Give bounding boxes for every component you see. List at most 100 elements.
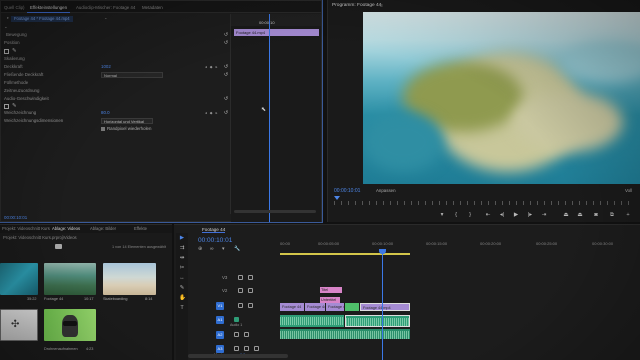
type-tool-icon[interactable]: T — [179, 305, 185, 311]
effect-row-position[interactable]: Position ↺ — [1, 39, 229, 47]
effect-row-audio[interactable]: Zeitneuzuordnung — [1, 87, 229, 95]
track-eye-icon[interactable] — [248, 288, 253, 293]
rectangle-mask-icon[interactable] — [4, 49, 9, 54]
video-clip-selected[interactable]: Footage 44.mp4 — [360, 303, 410, 311]
tab-effects[interactable]: Effekte — [134, 226, 147, 231]
work-area-bar[interactable] — [280, 253, 410, 255]
track-header-a2[interactable]: A2 — [188, 329, 280, 342]
keyframe-nav-icon[interactable]: ◂ ◆ ▸ — [205, 63, 218, 71]
effect-row-mask-tools[interactable]: ✎ — [1, 47, 229, 55]
video-clip[interactable]: Footage 44 — [326, 303, 344, 311]
step-back-icon[interactable]: ◂| — [498, 212, 506, 219]
track-target-a2[interactable]: A2 — [216, 331, 224, 339]
blurriness-value[interactable]: 80.0 — [101, 109, 110, 117]
tab-bin-videos[interactable]: Ablage: Videos — [52, 226, 80, 231]
track-solo-icon[interactable] — [244, 346, 249, 351]
disclosure-icon[interactable]: ⌄ — [4, 23, 8, 31]
effect-controls-playhead[interactable] — [269, 14, 270, 222]
track-lock-icon[interactable] — [238, 288, 243, 293]
effect-row-time-remap[interactable]: Füllmethode — [1, 79, 229, 87]
tab-effect-controls[interactable]: Effekteinstellungen — [27, 3, 71, 13]
audio-clip-selected[interactable] — [345, 315, 410, 327]
wrench-icon[interactable]: 🔧 — [234, 246, 240, 252]
tab-project[interactable]: Projekt: Videoschnitt Kurs — [2, 226, 50, 231]
project-thumbnail-drohnenaufnahmen[interactable] — [44, 309, 96, 341]
hamburger-icon[interactable]: ≡ — [380, 3, 383, 9]
track-solo-icon[interactable] — [244, 332, 249, 337]
timeline-sequence-tab[interactable]: Footage 44 — [202, 227, 226, 233]
audio-clip-a2[interactable] — [280, 329, 410, 339]
mark-out-icon[interactable]: } — [466, 212, 474, 219]
track-lock-icon[interactable] — [238, 275, 243, 280]
fit-select[interactable]: Anpassen — [376, 188, 404, 194]
repeat-edge-checkbox[interactable] — [101, 127, 105, 131]
project-thumbnail-footage-44[interactable] — [44, 263, 96, 295]
effect-controls-scrollbar[interactable] — [234, 210, 316, 213]
effect-controls-timecode[interactable]: 00:00:10:01 — [4, 215, 27, 220]
track-header-v2[interactable]: V2 — [188, 285, 280, 298]
keyframe-nav-icon[interactable]: ◂ ◆ ▸ — [205, 109, 218, 117]
program-time-ruler[interactable] — [334, 201, 634, 205]
track-eye-icon[interactable] — [248, 275, 253, 280]
program-monitor-video[interactable] — [363, 12, 640, 184]
effect-row-opacity[interactable]: Deckkraft 1002 ◂ ◆ ▸ ↺ — [1, 63, 229, 71]
timeline-timecode[interactable]: 00:00:10:01 — [198, 237, 232, 244]
effect-row-motion[interactable]: Bewegung ↺ — [1, 31, 229, 39]
effect-row-blur-dimensions[interactable]: Weichzeichnungsdimensionen Horizontal un… — [1, 117, 229, 125]
track-select-icon[interactable]: ⇉ — [179, 245, 185, 251]
timeline-playhead[interactable] — [382, 249, 383, 360]
effect-row-blurriness[interactable]: Weichzeichnung 80.0 ◂ ◆ ▸ ↺ — [1, 109, 229, 117]
effect-row-scale[interactable]: Skalierung — [1, 55, 229, 63]
program-timecode[interactable]: 00:00:10:01 — [334, 188, 360, 194]
reset-icon[interactable]: ↺ — [223, 110, 229, 116]
add-button-icon[interactable]: + — [624, 212, 632, 219]
play-icon[interactable]: ▶ — [512, 212, 520, 219]
slip-tool-icon[interactable]: ↔ — [179, 275, 185, 281]
export-frame-icon[interactable]: ◙ — [592, 212, 600, 219]
program-monitor-title[interactable]: Programm: Footage 44 — [332, 3, 381, 8]
track-target-a1[interactable]: A1 — [216, 316, 224, 324]
razor-tool-icon[interactable]: ✂ — [179, 265, 185, 271]
track-mute-icon[interactable] — [234, 317, 239, 322]
pen-icon[interactable]: ✎ — [12, 47, 17, 55]
pen-tool-icon[interactable]: ✎ — [179, 285, 185, 291]
track-target-a3[interactable]: A3 — [216, 345, 224, 353]
track-mic-icon[interactable] — [254, 346, 259, 351]
program-playhead[interactable] — [334, 196, 340, 200]
tab-source[interactable]: Quell Clip) — [1, 3, 28, 13]
add-marker-icon[interactable]: ▾ — [222, 246, 225, 252]
title-clip[interactable]: Titel — [320, 287, 342, 293]
folder-icon[interactable] — [55, 244, 62, 249]
ripple-edit-icon[interactable]: ⇹ — [179, 255, 185, 261]
opacity-value[interactable]: 1002 — [101, 63, 111, 71]
track-header-v1[interactable]: V1 — [188, 300, 280, 313]
extract-icon[interactable]: ⏏ — [576, 212, 584, 219]
tab-metadata[interactable]: Metadaten — [139, 3, 166, 13]
go-to-out-icon[interactable]: ⇥ — [540, 212, 548, 219]
video-clip[interactable]: Footage 44 — [280, 303, 304, 311]
lift-icon[interactable]: ⏏ — [562, 212, 570, 219]
video-clip[interactable]: Footage 44 — [305, 303, 325, 311]
effect-controls-ruler[interactable] — [231, 14, 321, 26]
effect-controls-clip-bar[interactable]: Footage 44.mp4 — [234, 29, 319, 36]
video-clip-transition[interactable] — [345, 303, 359, 311]
effect-row-blend-mode[interactable]: Fließende Deckkraft Normal ↺ — [1, 71, 229, 79]
comparison-view-icon[interactable]: ⧉ — [608, 212, 616, 219]
step-forward-icon[interactable]: |▸ — [526, 212, 534, 219]
reset-icon[interactable]: ↺ — [223, 40, 229, 46]
tab-audio-mixer[interactable]: Audioclip-Mischer: Footage 44 — [73, 3, 138, 13]
track-header-v3[interactable]: V3 — [188, 272, 280, 285]
tab-bin-images[interactable]: Ablage: Bilder — [90, 226, 116, 231]
timeline-ruler[interactable]: 00:00 00:00:05:00 00:00:10:00 00:00:15:0… — [280, 241, 640, 253]
reset-icon[interactable]: ↺ — [223, 64, 229, 70]
track-header-a1[interactable]: A1 Audio 1 — [188, 314, 280, 327]
selection-tool-icon[interactable]: ▶ — [179, 235, 185, 241]
track-target-v1[interactable]: V1 — [216, 302, 224, 310]
track-eye-icon[interactable] — [248, 303, 253, 308]
dropdown-arrow-icon[interactable]: ⌄ — [101, 15, 111, 21]
effect-controls-timeline[interactable]: 00:00:10 Footage 44.mp4 ⬉ — [231, 14, 321, 222]
effect-row-repeat-edge[interactable]: Randpixel wiederholen — [1, 125, 229, 133]
reset-icon[interactable]: ↺ — [223, 72, 229, 78]
go-to-in-icon[interactable]: ⇤ — [484, 212, 492, 219]
linked-selection-icon[interactable]: ∞ — [210, 246, 214, 252]
